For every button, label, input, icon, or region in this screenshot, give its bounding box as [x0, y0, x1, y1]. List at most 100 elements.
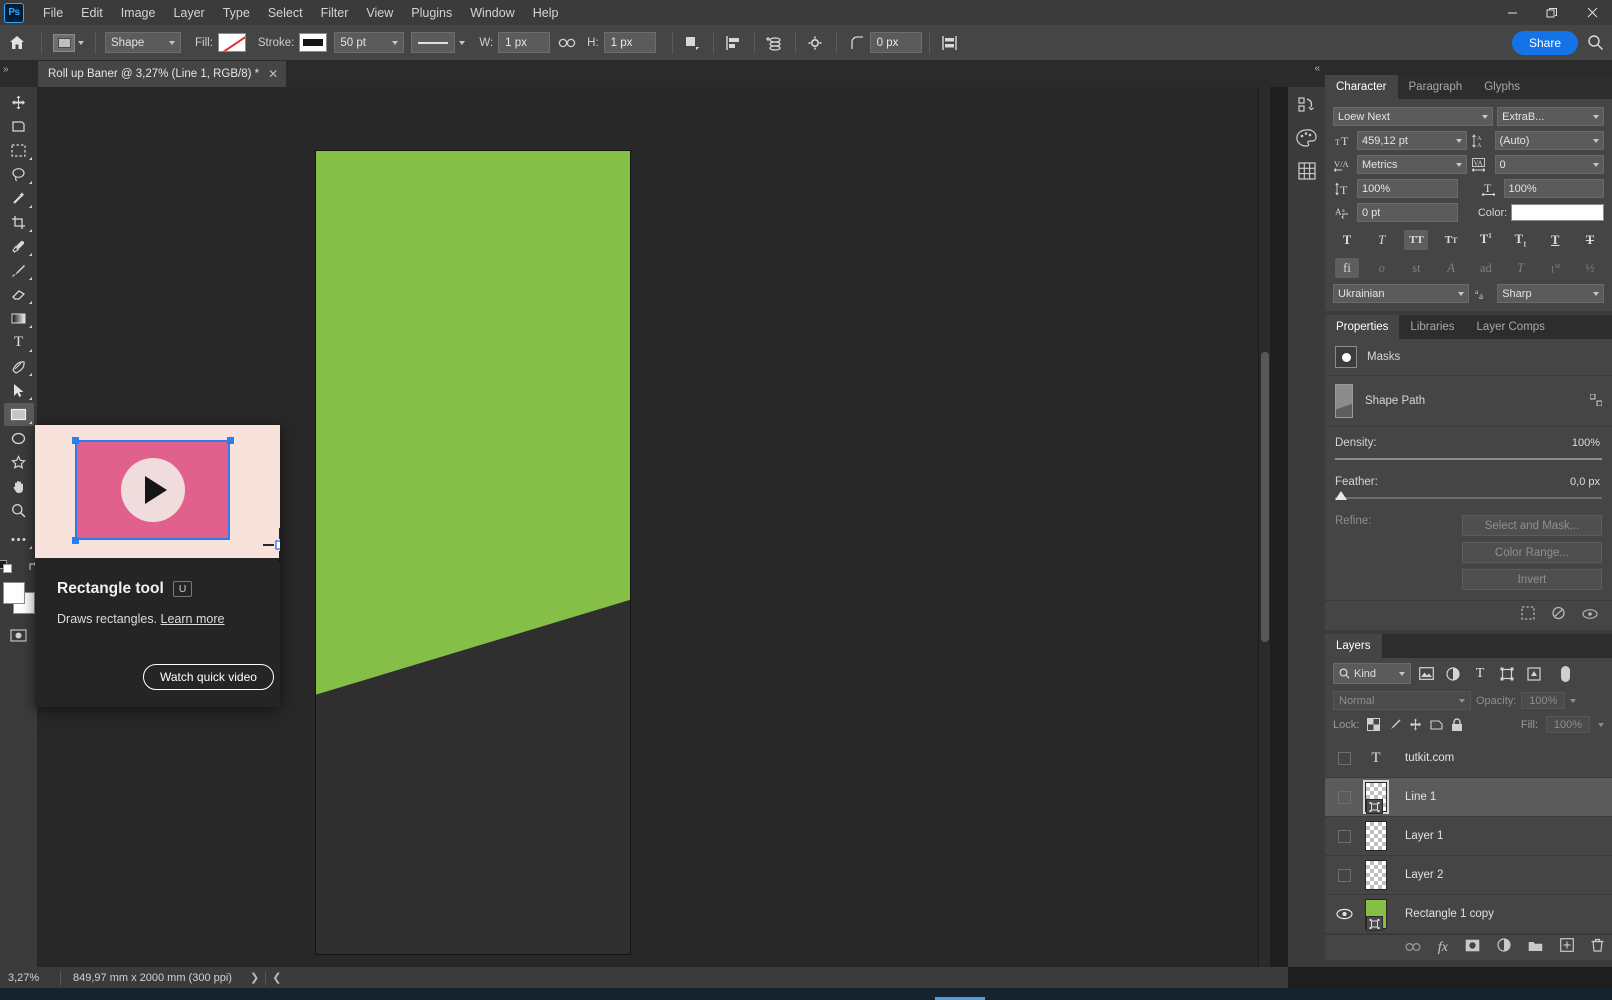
chevron-down-icon[interactable]: [1570, 698, 1577, 703]
minimize-button[interactable]: [1492, 0, 1532, 25]
select-and-mask-button[interactable]: Select and Mask...: [1462, 515, 1602, 536]
align-edges-icon[interactable]: [937, 31, 963, 55]
status-next-icon[interactable]: ❯: [244, 971, 265, 984]
rectangle-tool[interactable]: [3, 403, 34, 426]
path-options-icon[interactable]: [1589, 393, 1603, 409]
filter-toggle-icon[interactable]: [1553, 663, 1577, 684]
eraser-tool[interactable]: [4, 283, 34, 306]
lock-artboard-nesting-icon[interactable]: [1430, 718, 1443, 731]
artboard-tool[interactable]: [4, 115, 34, 138]
apply-mask-icon[interactable]: [1551, 606, 1566, 625]
language-select[interactable]: Ukrainian: [1333, 284, 1470, 303]
path-alignment-icon[interactable]: [721, 31, 747, 55]
tab-paragraph[interactable]: Paragraph: [1398, 75, 1474, 99]
layer-style-icon[interactable]: fx: [1438, 940, 1448, 956]
opacity-input[interactable]: 100%: [1521, 692, 1566, 709]
zoom-tool[interactable]: [4, 499, 34, 522]
default-colors-icon[interactable]: [0, 560, 24, 574]
share-button[interactable]: Share: [1511, 30, 1578, 55]
menu-type[interactable]: Type: [214, 2, 259, 24]
menu-help[interactable]: Help: [524, 2, 568, 24]
gear-icon[interactable]: [803, 31, 829, 55]
toggle-mask-icon[interactable]: [1582, 607, 1598, 625]
fill-input[interactable]: 100%: [1546, 716, 1590, 733]
lock-transparent-pixels-icon[interactable]: [1367, 718, 1381, 731]
strikethrough-button[interactable]: T: [1578, 230, 1602, 250]
move-tool[interactable]: [4, 91, 34, 114]
layer-visibility-toggle[interactable]: [1331, 908, 1357, 920]
menu-view[interactable]: View: [357, 2, 402, 24]
all-caps-button[interactable]: TT: [1404, 230, 1429, 250]
layer-filter-kind-select[interactable]: Kind: [1333, 663, 1411, 684]
font-size-input[interactable]: 459,12 pt: [1357, 131, 1467, 150]
font-style-select[interactable]: ExtraB...: [1497, 107, 1604, 126]
ordinals-button[interactable]: 1st: [1543, 258, 1567, 278]
new-layer-icon[interactable]: [1560, 938, 1574, 957]
menu-plugins[interactable]: Plugins: [402, 2, 461, 24]
table-row[interactable]: Layer 2: [1325, 856, 1612, 895]
chevron-down-icon[interactable]: [1598, 722, 1604, 727]
home-icon[interactable]: [0, 35, 34, 50]
menu-edit[interactable]: Edit: [72, 2, 112, 24]
scrollbar-thumb[interactable]: [1261, 352, 1269, 642]
menu-filter[interactable]: Filter: [312, 2, 358, 24]
eyedropper-tool[interactable]: [4, 235, 34, 258]
table-row[interactable]: Rectangle 1 copy: [1325, 895, 1612, 934]
type-tool[interactable]: T: [4, 331, 34, 354]
load-selection-icon[interactable]: [1521, 606, 1535, 625]
crop-tool[interactable]: [4, 211, 34, 234]
filter-type-icon[interactable]: T: [1468, 663, 1492, 684]
collapse-dock-icon[interactable]: «: [1314, 63, 1320, 74]
canvas-vertical-scrollbar[interactable]: [1258, 87, 1270, 967]
custom-shape-tool[interactable]: [4, 451, 34, 474]
menu-image[interactable]: Image: [112, 2, 165, 24]
antialias-select[interactable]: Sharp: [1497, 284, 1604, 303]
status-prev-icon[interactable]: ❮: [266, 971, 287, 984]
tab-layer-comps[interactable]: Layer Comps: [1466, 315, 1556, 339]
tab-glyphs[interactable]: Glyphs: [1473, 75, 1531, 99]
close-button[interactable]: [1572, 0, 1612, 25]
standard-ligatures-button[interactable]: fi: [1335, 258, 1359, 278]
shape-path-row[interactable]: Shape Path: [1325, 376, 1612, 427]
path-operations-icon[interactable]: [680, 31, 706, 55]
masks-row[interactable]: Masks: [1325, 339, 1612, 376]
chevron-down-icon[interactable]: [459, 40, 466, 45]
add-mask-icon[interactable]: [1465, 939, 1480, 957]
layer-visibility-toggle[interactable]: [1331, 751, 1357, 765]
link-icon[interactable]: [554, 31, 580, 55]
invert-button[interactable]: Invert: [1462, 569, 1602, 590]
feather-slider[interactable]: [1335, 491, 1602, 500]
document-tab[interactable]: Roll up Baner @ 3,27% (Line 1, RGB/8) * …: [38, 61, 288, 87]
color-range-button[interactable]: Color Range...: [1462, 542, 1602, 563]
zoom-level[interactable]: 3,27%: [0, 972, 60, 984]
brush-tool[interactable]: [4, 259, 34, 282]
tool-preset-picker[interactable]: [49, 33, 88, 52]
magic-wand-tool[interactable]: [4, 187, 34, 210]
contextual-alternates-button[interactable]: o: [1370, 258, 1394, 278]
search-icon[interactable]: [1578, 34, 1612, 51]
baseline-shift-input[interactable]: 0 pt: [1357, 203, 1458, 222]
fractions-button[interactable]: ½: [1578, 258, 1602, 278]
tab-character[interactable]: Character: [1325, 75, 1398, 99]
density-slider[interactable]: [1335, 458, 1602, 460]
path-arrangement-icon[interactable]: [762, 31, 788, 55]
table-row[interactable]: T tutkit.com: [1325, 739, 1612, 778]
fill-color-swatch[interactable]: [217, 33, 246, 52]
shape-height-input[interactable]: 1 px: [603, 32, 656, 53]
filter-smart-object-icon[interactable]: [1522, 663, 1546, 684]
stroke-width-select[interactable]: 50 pt: [334, 32, 405, 53]
history-icon[interactable]: [1288, 90, 1325, 120]
feather-value[interactable]: 0,0 px: [1568, 476, 1602, 488]
table-row[interactable]: Layer 1: [1325, 817, 1612, 856]
blend-mode-select[interactable]: Normal: [1333, 691, 1471, 710]
menu-select[interactable]: Select: [259, 2, 312, 24]
color-swatches[interactable]: [2, 582, 35, 614]
adjustment-layer-icon[interactable]: [1497, 938, 1511, 957]
density-value[interactable]: 100%: [1570, 437, 1602, 449]
delete-layer-icon[interactable]: [1591, 938, 1604, 957]
kerning-select[interactable]: Metrics: [1357, 155, 1467, 174]
oldstyle-button[interactable]: ad: [1474, 258, 1498, 278]
shape-width-input[interactable]: 1 px: [498, 32, 551, 53]
discretionary-ligatures-button[interactable]: st: [1404, 258, 1428, 278]
lasso-tool[interactable]: [4, 163, 34, 186]
